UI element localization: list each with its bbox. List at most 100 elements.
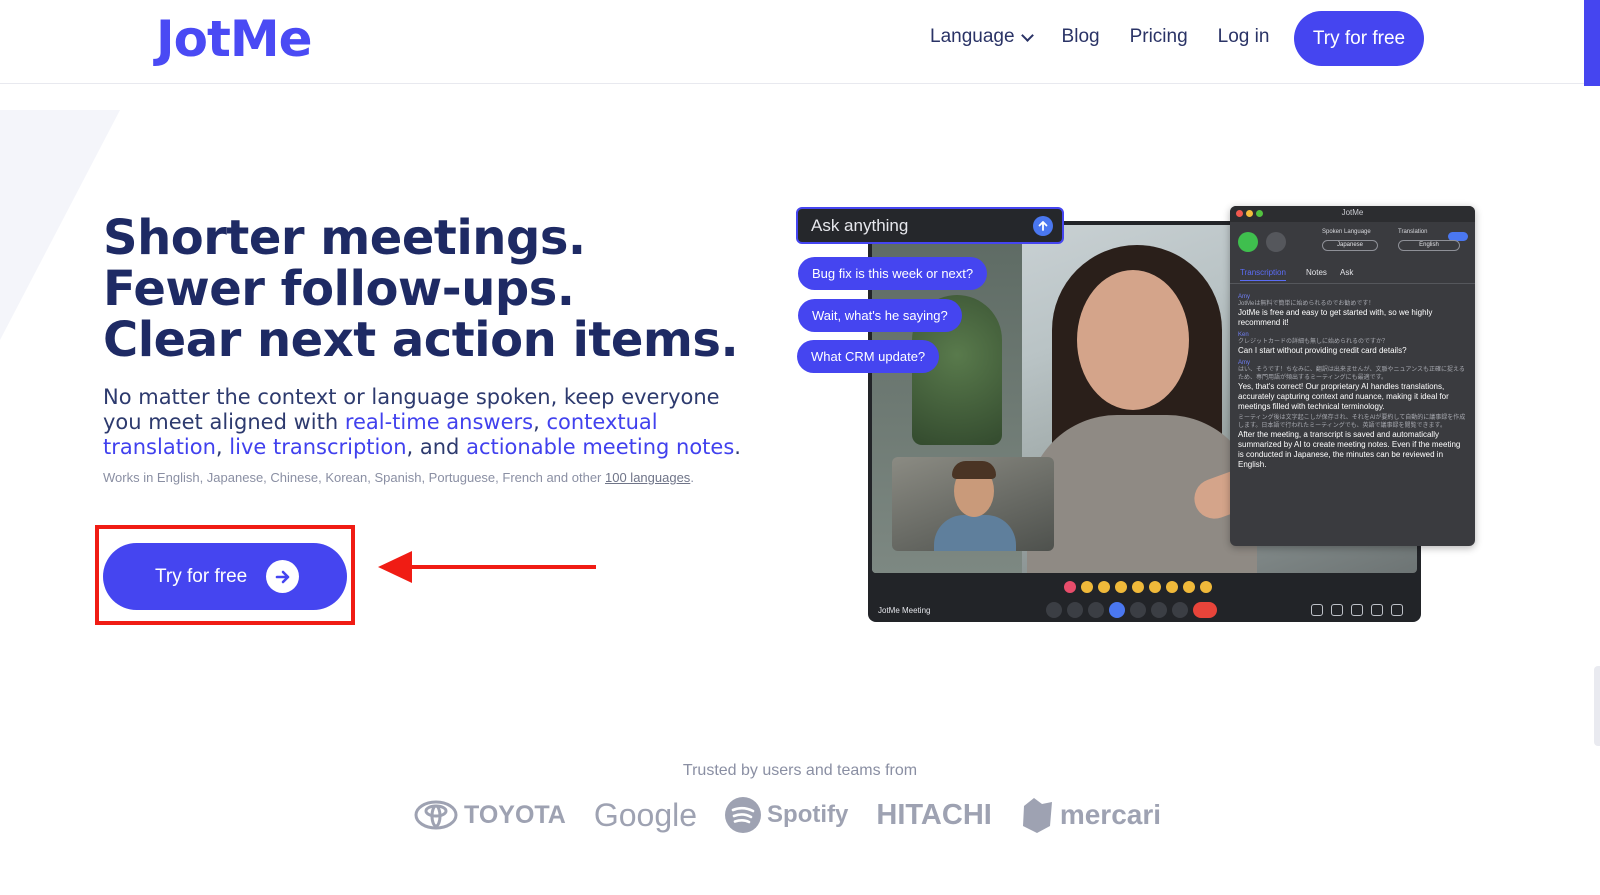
captions-icon[interactable] <box>1088 602 1104 618</box>
mercari-wordmark: mercari <box>1059 799 1162 830</box>
site-header: JotMe Language Blog Pricing Log in Try f… <box>0 0 1600 84</box>
panel-title: JotMe <box>1341 208 1364 217</box>
raise-hand-icon[interactable] <box>1151 602 1167 618</box>
thumbs-up-icon[interactable] <box>1081 581 1093 593</box>
suggestion-chip[interactable]: Wait, what's he saying? <box>798 299 962 332</box>
scrollbar-handle[interactable] <box>1594 666 1600 746</box>
annotation-arrow-icon <box>378 551 596 583</box>
subcopy-highlight-notes: actionable meeting notes <box>466 435 735 459</box>
activities-icon[interactable] <box>1371 604 1383 616</box>
suggestion-chip[interactable]: Bug fix is this week or next? <box>798 257 988 290</box>
share-screen-icon[interactable] <box>1130 602 1146 618</box>
participant-body <box>934 515 1016 551</box>
google-logo: Google <box>594 797 697 834</box>
spotify-wordmark: Spotify <box>767 801 849 828</box>
translated-text: Can I start without providing credit car… <box>1238 346 1407 355</box>
pause-icon[interactable] <box>1238 232 1258 252</box>
laugh-icon[interactable] <box>1132 581 1144 593</box>
subcopy-highlight-answers: real-time answers <box>344 410 534 434</box>
tab-ask[interactable]: Ask <box>1340 268 1353 277</box>
thumbs-down-icon[interactable] <box>1200 581 1212 593</box>
sad-icon[interactable] <box>1166 581 1178 593</box>
edge-accent-bar <box>1584 0 1600 86</box>
lock-icon[interactable] <box>1391 604 1403 616</box>
meeting-label: JotMe Meeting <box>878 606 931 615</box>
tab-transcription[interactable]: Transcription <box>1240 268 1286 281</box>
stop-icon[interactable] <box>1266 232 1286 252</box>
main-nav: Language Blog Pricing Log in <box>930 26 1299 48</box>
jotme-panel: JotMe Spoken Language Japanese Translati… <box>1230 206 1475 546</box>
end-call-icon[interactable] <box>1193 602 1217 618</box>
headline-line-2: Fewer follow-ups. <box>103 261 575 317</box>
more-icon[interactable] <box>1172 602 1188 618</box>
suggestion-chip[interactable]: What CRM update? <box>797 340 940 373</box>
heart-icon[interactable] <box>1064 581 1076 593</box>
original-text: クレジットカードの詳細も無しに始められるのですか？ <box>1238 339 1389 345</box>
subcopy-separator: , <box>533 410 547 434</box>
people-icon[interactable] <box>1331 604 1343 616</box>
hero-headline: Shorter meetings. Fewer follow-ups. Clea… <box>103 210 739 368</box>
participant-hair <box>952 461 996 479</box>
hero-subcopy: No matter the context or language spoken… <box>103 385 763 460</box>
header-try-free-button[interactable]: Try for free <box>1294 11 1424 66</box>
hero-try-free-button[interactable]: Try for free <box>103 543 347 610</box>
reaction-emoji-row <box>1064 581 1212 593</box>
subcopy-highlight-transcription: live transcription <box>229 435 407 459</box>
surprised-icon[interactable] <box>1149 581 1161 593</box>
hitachi-logo: HITACHI <box>876 799 991 832</box>
thinking-icon[interactable] <box>1183 581 1195 593</box>
languages-suffix: . <box>690 470 694 485</box>
emoji-icon[interactable] <box>1109 602 1125 618</box>
spoken-language-label: Spoken Language <box>1322 229 1371 235</box>
toyota-wordmark: TOYOTA <box>464 800 566 829</box>
subcopy-separator: , and <box>406 435 467 459</box>
spotify-icon <box>725 797 762 833</box>
translated-text: After the meeting, a transcript is saved… <box>1238 430 1461 469</box>
hero-cta-label: Try for free <box>155 565 248 587</box>
participant-thumbnail <box>892 457 1054 551</box>
clap-icon[interactable] <box>1115 581 1127 593</box>
toyota-emblem-icon <box>414 800 458 830</box>
ask-anything-input[interactable]: Ask anything <box>796 207 1064 244</box>
panel-tabs: Transcription Notes Ask <box>1230 262 1475 284</box>
subcopy-separator: , <box>215 435 230 459</box>
ask-placeholder: Ask anything <box>811 215 909 235</box>
send-arrow-icon[interactable] <box>1033 216 1053 236</box>
translated-text: Yes, that's correct! Our proprietary AI … <box>1238 382 1449 411</box>
mercari-bag-icon <box>1022 798 1052 833</box>
nav-language-dropdown[interactable]: Language <box>930 26 1034 48</box>
subcopy-end: . <box>734 435 741 459</box>
info-icon[interactable] <box>1311 604 1323 616</box>
original-text: はい、そうです！ちなみに、翻訳は出来ませんが、文脈やニュアンスも正確に捉えるため… <box>1238 367 1465 381</box>
party-icon[interactable] <box>1098 581 1110 593</box>
mic-icon[interactable] <box>1046 602 1062 618</box>
languages-text: Works in English, Japanese, Chinese, Kor… <box>103 470 605 485</box>
toyota-logo: TOYOTA <box>414 800 566 830</box>
meeting-toolbar-right <box>1311 604 1403 616</box>
camera-icon[interactable] <box>1067 602 1083 618</box>
customer-logos: TOYOTA Google Spotify HITACHI mercari <box>414 796 1189 834</box>
spotify-logo: Spotify <box>725 797 848 833</box>
chevron-down-icon <box>1020 28 1034 42</box>
transcript-list: Amy JotMeは無料で簡単に始められるのでお勧めです！ JotMe is f… <box>1230 284 1475 478</box>
tab-notes[interactable]: Notes <box>1306 268 1327 277</box>
original-text: ミーティング後は文字起こしが保存され、それをAIが要約して自動的に議事録を作成し… <box>1238 415 1466 429</box>
chat-icon[interactable] <box>1351 604 1363 616</box>
headline-line-3: Clear next action items. <box>103 312 739 368</box>
translation-language-select[interactable]: English <box>1398 240 1460 251</box>
nav-login-link[interactable]: Log in <box>1218 26 1270 48</box>
nav-blog-link[interactable]: Blog <box>1062 26 1100 48</box>
nav-pricing-link[interactable]: Pricing <box>1130 26 1188 48</box>
supported-languages-note: Works in English, Japanese, Chinese, Kor… <box>103 470 694 485</box>
spoken-language-select[interactable]: Japanese <box>1322 240 1378 251</box>
translation-label: Translation <box>1398 229 1428 235</box>
languages-link[interactable]: 100 languages <box>605 470 690 485</box>
mercari-logo: mercari <box>1020 796 1161 834</box>
headline-line-1: Shorter meetings. <box>103 210 586 266</box>
google-wordmark: Google <box>593 796 698 833</box>
hero-background-shape <box>0 110 120 340</box>
hitachi-wordmark: HITACHI <box>876 798 992 831</box>
meeting-toolbar <box>1046 602 1217 618</box>
jotme-logo[interactable]: JotMe <box>156 10 313 68</box>
arrow-right-icon <box>266 560 299 593</box>
